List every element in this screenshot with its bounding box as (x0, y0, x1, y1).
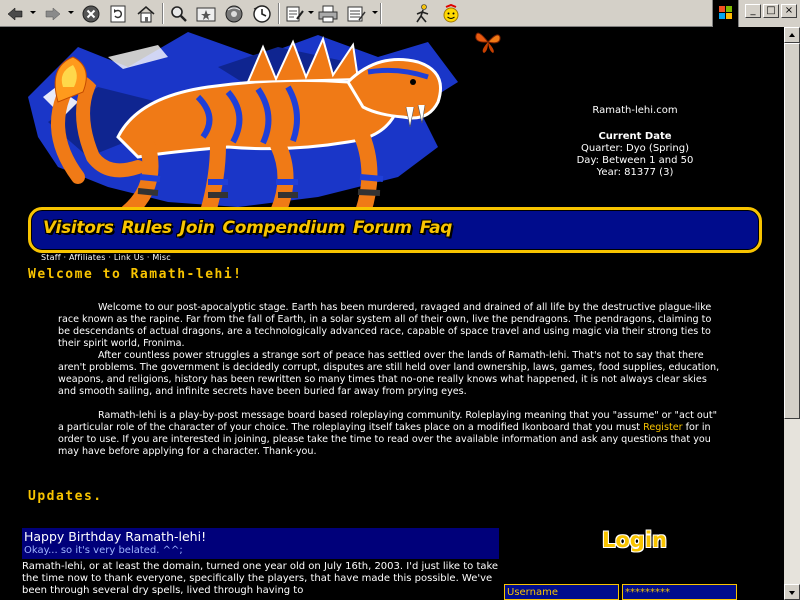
nav-forum[interactable]: Forum (353, 218, 412, 238)
nav-compendium[interactable]: Compendium (223, 218, 346, 238)
login-heading: Login (602, 528, 667, 552)
favorites-icon[interactable] (194, 3, 218, 24)
media-icon[interactable] (222, 3, 246, 24)
intro-paragraph-3: Ramath-lehi is a play-by-post message bo… (58, 410, 724, 458)
nav-rules[interactable]: Rules (122, 218, 173, 238)
toolbar-separator (380, 3, 382, 24)
windows-logo-icon (713, 0, 739, 27)
date-quarter: Quarter: Dyo (Spring) (581, 143, 689, 154)
news-body: Ramath-lehi, or at least the domain, tur… (22, 561, 499, 596)
history-icon[interactable] (250, 3, 274, 24)
news-title: Happy Birthday Ramath-lehi! (24, 529, 207, 544)
date-day: Day: Between 1 and 50 (576, 155, 694, 166)
window-controls: _ □ × (712, 0, 800, 27)
welcome-heading: Welcome to Ramath-lehi! (28, 267, 243, 282)
minimize-button[interactable]: _ (745, 4, 761, 18)
date-year: Year: 81377 (3) (596, 167, 674, 178)
search-icon[interactable] (168, 3, 190, 24)
intro-text: Welcome to our post-apocalyptic stage. E… (58, 302, 724, 458)
forward-dropdown-icon[interactable] (68, 11, 74, 14)
toolbar-separator (162, 3, 164, 24)
intro-paragraph-1: Welcome to our post-apocalyptic stage. E… (58, 302, 712, 349)
password-input[interactable]: ********* (622, 584, 737, 600)
stop-icon[interactable] (80, 3, 102, 24)
butterfly-icon (475, 32, 501, 53)
intro-paragraph-2: After countless power struggles a strang… (58, 350, 720, 397)
intro-paragraph-3-start: Ramath-lehi is a play-by-post message bo… (58, 410, 718, 433)
close-button[interactable]: × (781, 4, 797, 18)
back-dropdown-icon[interactable] (30, 11, 36, 14)
site-info-panel: Ramath-lehi.com Current Date Quarter: Dy… (530, 105, 740, 179)
forward-arrow-icon[interactable] (42, 3, 64, 24)
toolbar-separator (278, 3, 280, 24)
notepad-icon[interactable] (344, 3, 368, 24)
news-subtitle: Okay... so it's very belated. ^^; (24, 545, 183, 556)
nav-visitors[interactable]: Visitors (43, 218, 114, 238)
print-icon[interactable] (316, 3, 340, 24)
scroll-up-button[interactable] (784, 27, 800, 43)
vertical-scrollbar[interactable] (784, 27, 800, 600)
smiley-icon[interactable] (440, 3, 462, 24)
username-input[interactable]: Username (504, 584, 619, 600)
dragon-banner-image (28, 32, 458, 217)
secondary-navigation[interactable]: Staff · Affiliates · Link Us · Misc (41, 253, 171, 262)
back-arrow-icon[interactable] (4, 3, 26, 24)
edit-icon[interactable] (283, 3, 307, 24)
browser-toolbar: _ □ × (0, 0, 800, 27)
main-navigation: Visitors Rules Join Compendium Forum Faq (28, 207, 762, 253)
edit-dropdown-icon[interactable] (308, 11, 314, 14)
site-domain: Ramath-lehi.com (592, 105, 678, 116)
notepad-dropdown-icon[interactable] (372, 11, 378, 14)
register-link[interactable]: Register (643, 422, 683, 433)
nav-join[interactable]: Join (180, 218, 215, 238)
maximize-button[interactable]: □ (763, 4, 779, 18)
updates-heading: Updates. (28, 489, 103, 504)
current-date-heading: Current Date (598, 131, 672, 142)
nav-faq[interactable]: Faq (420, 218, 453, 238)
aim-icon[interactable] (412, 3, 434, 24)
refresh-icon[interactable] (107, 3, 129, 24)
news-header: Happy Birthday Ramath-lehi! Okay... so i… (22, 528, 499, 559)
scroll-down-button[interactable] (784, 584, 800, 600)
scroll-thumb[interactable] (784, 43, 800, 419)
home-icon[interactable] (134, 3, 158, 24)
